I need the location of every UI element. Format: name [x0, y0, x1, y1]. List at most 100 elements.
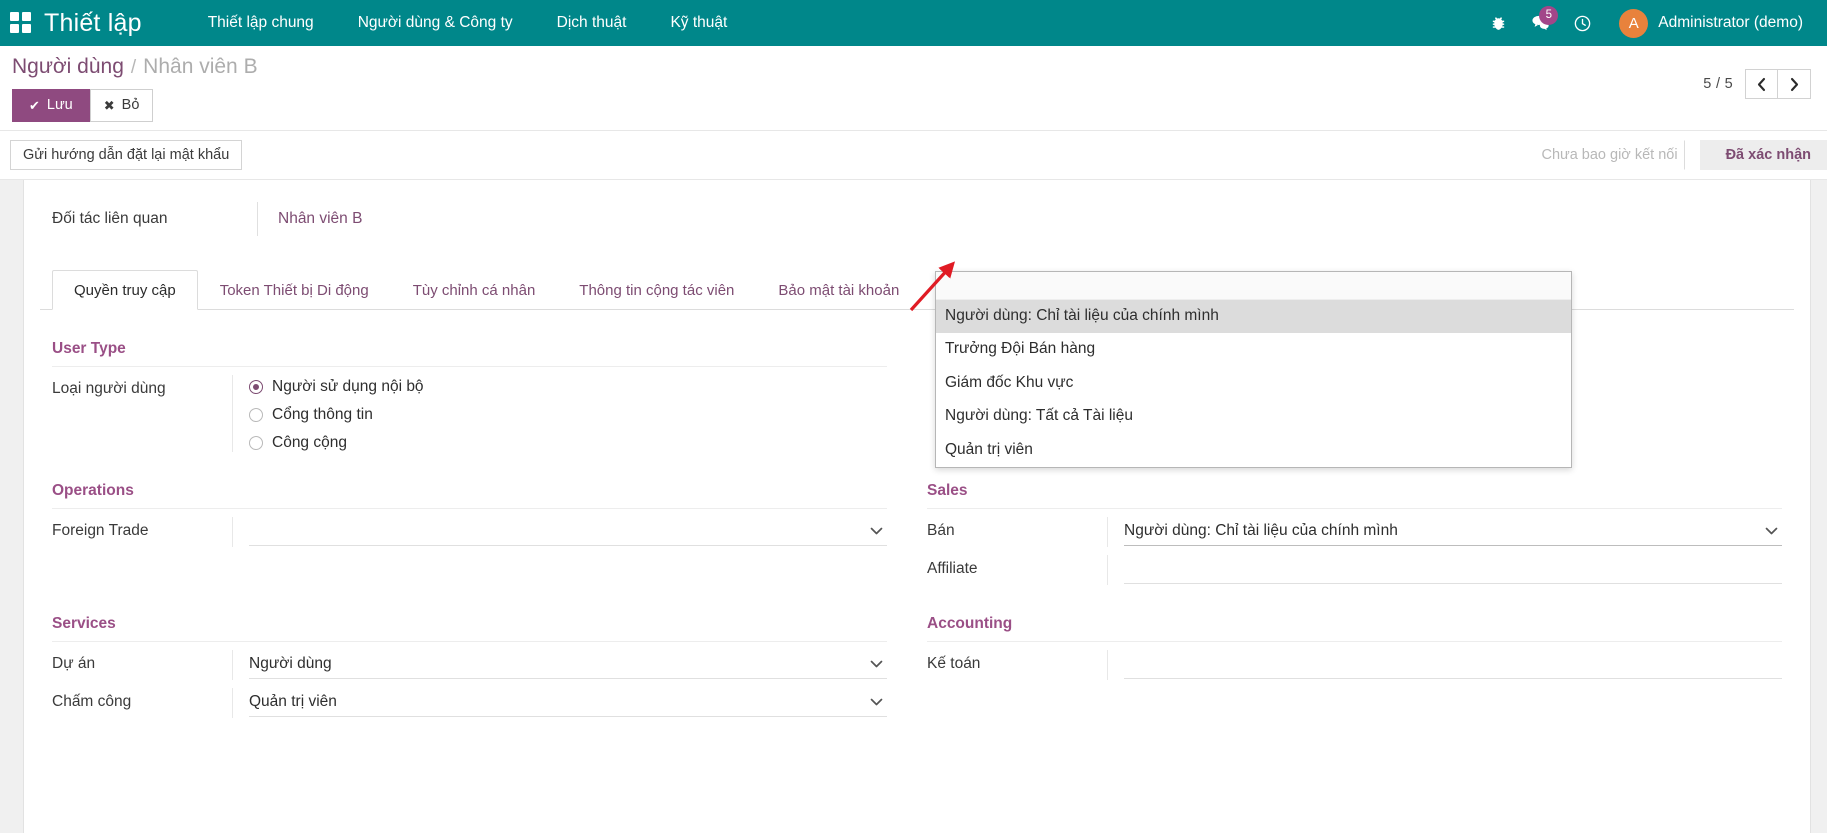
field-du-an-value: Người dùng	[249, 655, 332, 673]
radio-dot-icon	[249, 408, 263, 422]
chevron-down-icon	[870, 524, 883, 537]
breadcrumb-root[interactable]: Người dùng	[12, 55, 124, 79]
radio-public-label: Công cộng	[272, 434, 347, 452]
field-cham-cong-label: Chấm công	[52, 688, 232, 711]
discard-button[interactable]: ✖ Bỏ	[90, 89, 154, 122]
activity-clock-icon[interactable]	[1561, 0, 1603, 46]
close-icon: ✖	[104, 99, 115, 112]
status-stages: Chưa bao giờ kết nối Đã xác nhận	[1515, 140, 1827, 170]
tab-thong-tin-cong-tac-vien[interactable]: Thông tin cộng tác viên	[557, 270, 756, 310]
user-menu[interactable]: A Administrator (demo)	[1603, 0, 1809, 46]
menu-item-nguoi-dung-cong-ty[interactable]: Người dùng & Công ty	[336, 0, 535, 46]
field-user-type-label: Loại người dùng	[52, 375, 232, 398]
bug-icon[interactable]	[1477, 0, 1519, 46]
avatar: A	[1619, 9, 1648, 38]
messages-badge: 5	[1539, 6, 1558, 25]
tab-token-thiet-bi-di-dong[interactable]: Token Thiết bị Di động	[198, 270, 391, 310]
breadcrumb-separator: /	[131, 57, 136, 79]
dropdown-option-administrator[interactable]: Quản trị viên	[936, 434, 1571, 467]
group-user-type-title: User Type	[52, 340, 887, 367]
tab-tuy-chinh-ca-nhan[interactable]: Tùy chỉnh cá nhân	[391, 270, 558, 310]
field-ke-toan-select[interactable]	[1124, 650, 1782, 679]
radio-internal-user[interactable]: Người sử dụng nội bộ	[249, 378, 887, 396]
apps-grid-icon[interactable]	[10, 12, 32, 34]
group-accounting-title: Accounting	[927, 615, 1782, 642]
user-type-radio-group: Người sử dụng nội bộ Cổng thông tin Công…	[249, 375, 887, 452]
field-ban-label: Bán	[927, 517, 1107, 540]
dropdown-option-all-documents[interactable]: Người dùng: Tất cả Tài liệu	[936, 400, 1571, 433]
radio-dot-icon	[249, 380, 263, 394]
group-services: Services Dự án Người dùng	[52, 615, 917, 722]
field-du-an: Dự án Người dùng	[52, 646, 887, 684]
field-ban-value: Người dùng: Chỉ tài liệu của chính mình	[1124, 522, 1398, 540]
field-ban: Bán Người dùng: Chỉ tài liệu của chính m…	[927, 513, 1782, 551]
discard-button-label: Bỏ	[122, 96, 140, 115]
radio-portal[interactable]: Cổng thông tin	[249, 406, 887, 424]
dropdown-blank-option[interactable]	[936, 272, 1571, 300]
field-affiliate-select[interactable]	[1124, 555, 1782, 584]
status-stage-confirmed[interactable]: Đã xác nhận	[1700, 140, 1827, 170]
send-password-reset-button[interactable]: Gửi hướng dẫn đặt lại mật khẩu	[10, 140, 242, 170]
main-menu: Thiết lập chung Người dùng & Công ty Dịc…	[186, 0, 750, 46]
field-cham-cong-value: Quản trị viên	[249, 693, 337, 711]
status-stage-never-connected[interactable]: Chưa bao giờ kết nối	[1515, 140, 1699, 170]
save-button-label: Lưu	[47, 96, 73, 115]
field-related-partner-label: Đối tác liên quan	[52, 210, 257, 228]
radio-public[interactable]: Công cộng	[249, 434, 887, 452]
save-button[interactable]: ✔ Lưu	[12, 89, 90, 122]
tab-bao-mat-tai-khoan[interactable]: Bảo mật tài khoản	[756, 270, 921, 310]
menu-item-dich-thuat[interactable]: Dịch thuật	[535, 0, 649, 46]
group-services-title: Services	[52, 615, 887, 642]
top-navbar: Thiết lập Thiết lập chung Người dùng & C…	[0, 0, 1827, 46]
app-brand-title[interactable]: Thiết lập	[44, 9, 142, 38]
radio-internal-user-label: Người sử dụng nội bộ	[272, 378, 424, 396]
group-sales: Sales Bán Người dùng: Chỉ tài liệu của c…	[917, 482, 1782, 589]
check-icon: ✔	[29, 99, 40, 112]
field-ban-select[interactable]: Người dùng: Chỉ tài liệu của chính mình	[1124, 517, 1782, 546]
field-related-partner: Đối tác liên quan Nhân viên B	[52, 202, 1782, 236]
field-ke-toan: Kế toán	[927, 646, 1782, 684]
field-user-type: Loại người dùng Người sử dụng nội bộ Cổn…	[52, 371, 887, 456]
record-actions: ✔ Lưu ✖ Bỏ	[10, 89, 1703, 122]
dropdown-option-regional-director[interactable]: Giám đốc Khu vực	[936, 367, 1571, 400]
field-cham-cong: Chấm công Quản trị viên	[52, 684, 887, 722]
form-sheet-background: Đối tác liên quan Nhân viên B Quyền truy…	[0, 180, 1827, 833]
field-related-partner-value[interactable]: Nhân viên B	[278, 210, 362, 228]
breadcrumb: Người dùng / Nhân viên B	[10, 55, 1703, 79]
messages-icon[interactable]: 5	[1519, 0, 1561, 46]
field-foreign-trade-select[interactable]	[249, 517, 887, 546]
field-affiliate-label: Affiliate	[927, 555, 1107, 578]
navbar-right-tools: 5 A Administrator (demo)	[1477, 0, 1809, 46]
chevron-down-icon	[870, 695, 883, 708]
dropdown-option-sales-team-leader[interactable]: Trưởng Đội Bán hàng	[936, 333, 1571, 366]
group-operations: Operations Foreign Trade	[52, 482, 917, 589]
control-panel: Người dùng / Nhân viên B ✔ Lưu ✖ Bỏ 5 / …	[0, 46, 1827, 131]
pager-previous-button[interactable]	[1745, 69, 1778, 99]
ban-dropdown-list[interactable]: Người dùng: Chỉ tài liệu của chính mình …	[935, 271, 1572, 468]
tab-quyen-truy-cap[interactable]: Quyền truy cập	[52, 270, 198, 310]
menu-item-thiet-lap-chung[interactable]: Thiết lập chung	[186, 0, 336, 46]
radio-dot-icon	[249, 436, 263, 450]
chevron-down-icon	[1765, 524, 1778, 537]
status-bar: Gửi hướng dẫn đặt lại mật khẩu Chưa bao …	[0, 131, 1827, 180]
chevron-down-icon	[870, 657, 883, 670]
dropdown-option-own-documents[interactable]: Người dùng: Chỉ tài liệu của chính mình	[936, 300, 1571, 333]
menu-item-ky-thuat[interactable]: Kỹ thuật	[648, 0, 749, 46]
field-foreign-trade-label: Foreign Trade	[52, 517, 232, 540]
group-sales-title: Sales	[927, 482, 1782, 509]
pager-next-button[interactable]	[1778, 69, 1811, 99]
field-foreign-trade: Foreign Trade	[52, 513, 887, 551]
pager: 5 / 5	[1703, 69, 1811, 99]
field-du-an-label: Dự án	[52, 650, 232, 673]
pager-counter: 5 / 5	[1703, 76, 1733, 92]
field-affiliate: Affiliate	[927, 551, 1782, 589]
field-ke-toan-label: Kế toán	[927, 650, 1107, 673]
field-du-an-select[interactable]: Người dùng	[249, 650, 887, 679]
user-name-label: Administrator (demo)	[1658, 14, 1803, 32]
group-accounting: Accounting Kế toán	[917, 615, 1782, 722]
breadcrumb-current: Nhân viên B	[143, 55, 257, 79]
field-cham-cong-select[interactable]: Quản trị viên	[249, 688, 887, 717]
radio-portal-label: Cổng thông tin	[272, 406, 373, 424]
group-operations-title: Operations	[52, 482, 887, 509]
group-user-type: User Type Loại người dùng Người sử dụng …	[52, 340, 917, 456]
